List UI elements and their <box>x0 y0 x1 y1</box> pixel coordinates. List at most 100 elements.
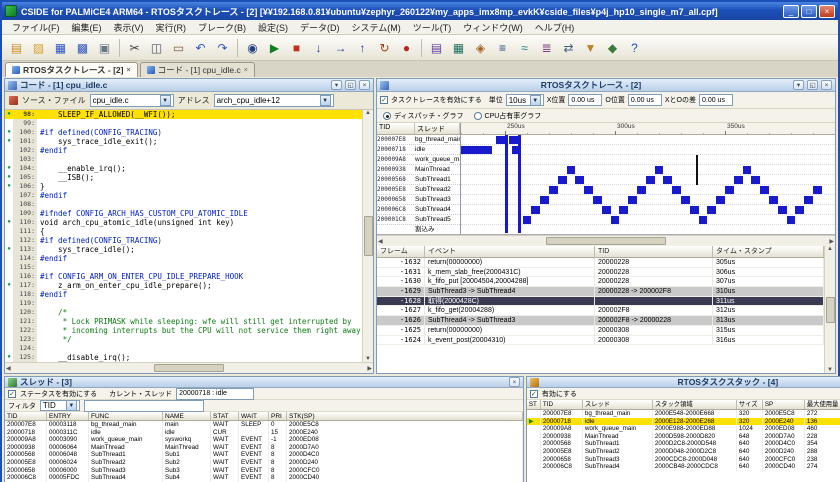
memory-window-icon[interactable]: ▦ <box>448 37 469 58</box>
cpu-usage-graph-radio[interactable] <box>474 112 482 120</box>
panel-pin-button[interactable]: ◱ <box>807 80 818 90</box>
find-icon[interactable]: ◉ <box>242 37 263 58</box>
frame-row[interactable]: -1632return(00000000)20000228305us <box>377 258 824 268</box>
stack-col-header[interactable]: SP <box>763 400 805 409</box>
breakpoint-dot-icon[interactable]: ● <box>5 110 13 119</box>
new-file-icon[interactable]: ▤ <box>6 37 27 58</box>
step-out-icon[interactable]: ↑ <box>352 37 373 58</box>
flash-icon[interactable]: ▼ <box>580 37 601 58</box>
scroll-left-icon[interactable]: ◀ <box>378 238 383 245</box>
filter-input[interactable] <box>84 400 204 412</box>
stack-row[interactable]: 20000658SubThread32000CDC8-2000D04864020… <box>527 456 840 464</box>
breakpoint-icon[interactable]: ● <box>396 37 417 58</box>
thread-col-header[interactable]: NAME <box>163 412 211 420</box>
filter-column-combo[interactable]: TID▼ <box>40 400 80 411</box>
stack-row[interactable]: ▶20000718idle2000E128-2000E2683202000E24… <box>527 418 840 426</box>
paste-icon[interactable]: ▭ <box>168 37 189 58</box>
gantt-cursor[interactable] <box>696 155 698 185</box>
gantt-horizontal-scrollbar[interactable]: ◀▶ <box>377 235 835 246</box>
stop-icon[interactable]: ■ <box>286 37 307 58</box>
frame-col-header[interactable]: フレーム <box>377 246 425 257</box>
step-in-icon[interactable]: ↓ <box>308 37 329 58</box>
status-enable-checkbox[interactable]: ✓ <box>8 390 16 398</box>
frame-vertical-scrollbar[interactable]: ▲▼ <box>824 246 835 373</box>
menu-item[interactable]: システム(M) <box>346 20 407 35</box>
dispatch-graph-radio[interactable] <box>383 112 391 120</box>
code-vertical-scrollbar[interactable]: ▲▼ <box>362 110 373 362</box>
breakpoint-dot-icon[interactable]: ● <box>5 245 13 254</box>
menu-item[interactable]: ウィンドウ(W) <box>457 20 529 35</box>
menu-item[interactable]: ヘルプ(H) <box>529 20 581 35</box>
frame-col-header[interactable]: TID <box>595 246 713 257</box>
frame-row[interactable]: -1630k_fifo_put [20004504,20004288]20000… <box>377 277 824 287</box>
frame-row[interactable]: -1625return(00000000)20000308315us <box>377 326 824 336</box>
menu-item[interactable]: ツール(T) <box>407 20 458 35</box>
diff-field[interactable]: 0.00 us <box>699 94 733 106</box>
thread-row[interactable]: 2000093800006064MainThreadMainThreadWAIT… <box>5 444 523 452</box>
gantt-thread-row[interactable]: 200005E8SubThread2 <box>377 185 460 195</box>
register-window-icon[interactable]: ▤ <box>426 37 447 58</box>
code-window-icon[interactable]: ≡ <box>492 37 513 58</box>
frame-row[interactable]: -1631k_mem_slab_free(2000431C)2000022830… <box>377 268 824 278</box>
stack-col-header[interactable]: TID <box>541 400 583 409</box>
breakpoint-dot-icon[interactable]: ● <box>5 182 13 191</box>
close-button[interactable]: × <box>819 5 835 18</box>
open-folder-icon[interactable]: ▨ <box>28 37 49 58</box>
frame-row[interactable]: -1628取得(2000428C)311us <box>377 297 824 307</box>
dispatch-gantt[interactable]: TID スレッド 200007E8bg_thread_main20000718i… <box>377 123 835 235</box>
gantt-thread-row[interactable]: 200001C8SubThread5 <box>377 215 460 225</box>
stack-col-header[interactable]: サイズ <box>737 400 763 409</box>
scroll-left-icon[interactable]: ◀ <box>6 365 11 372</box>
frame-row[interactable]: -1627k_fifo_get(20004288)200002F8312us <box>377 306 824 316</box>
gantt-thread-row[interactable]: 20000658SubThread3 <box>377 195 460 205</box>
save-all-icon[interactable]: ▩ <box>72 37 93 58</box>
run-icon[interactable]: ▶ <box>264 37 285 58</box>
document-tab[interactable]: RTOSタスクトレース - [2]× <box>5 62 138 77</box>
save-icon[interactable]: ▦ <box>50 37 71 58</box>
undo-icon[interactable]: ↶ <box>190 37 211 58</box>
code-horizontal-scrollbar[interactable]: ◀▶ <box>5 362 373 373</box>
tab-close-icon[interactable]: × <box>126 67 130 74</box>
thread-row[interactable]: 200005E800006024SubThread2Sub2WAITEVENT8… <box>5 459 523 467</box>
minimize-button[interactable]: _ <box>783 5 799 18</box>
gantt-thread-row[interactable]: 20000568SubThread1 <box>377 175 460 185</box>
thread-row[interactable]: 200009A800003090work_queue_mainsysworkqW… <box>5 436 523 444</box>
stack-enable-checkbox[interactable]: ✓ <box>530 390 538 398</box>
io-window-icon[interactable]: ⇄ <box>558 37 579 58</box>
frame-col-header[interactable]: タイム・スタンプ <box>713 246 824 257</box>
gantt-thread-row[interactable]: 20000718idle <box>377 145 460 155</box>
scroll-up-icon[interactable]: ▲ <box>365 110 371 116</box>
scrollbar-thumb[interactable] <box>364 216 373 256</box>
xpos-field[interactable]: 0.00 us <box>568 94 602 106</box>
thread-col-header[interactable]: TID <box>5 412 47 420</box>
rtos-window-icon[interactable]: ≣ <box>536 37 557 58</box>
gantt-thread-row[interactable]: 200006C8SubThread4 <box>377 205 460 215</box>
thread-col-header[interactable]: PRI <box>269 412 287 420</box>
menu-item[interactable]: 設定(S) <box>252 20 294 35</box>
stack-row[interactable]: 200007E8bg_thread_main2000E548-2000E6683… <box>527 410 840 418</box>
stack-row[interactable]: 200006C8SubThread42000CB48-2000CDC864020… <box>527 463 840 471</box>
cpu-icon[interactable]: ◆ <box>602 37 623 58</box>
breakpoint-dot-icon[interactable]: ● <box>5 128 13 137</box>
gantt-thread-row[interactable]: 200009A8work_queue_main <box>377 155 460 165</box>
frame-row[interactable]: -1629SubThread3 -> SubThread420000228 ->… <box>377 287 824 297</box>
copy-icon[interactable]: ◫ <box>146 37 167 58</box>
help-icon[interactable]: ? <box>624 37 645 58</box>
trace-window-icon[interactable]: ≈ <box>514 37 535 58</box>
frame-row[interactable]: -1624k_event_post(20004310)20000308316us <box>377 336 824 346</box>
gantt-thread-row[interactable]: 20000938MainThread <box>377 165 460 175</box>
breakpoint-dot-icon[interactable]: ● <box>5 137 13 146</box>
panel-close-button[interactable]: × <box>359 80 370 90</box>
breakpoint-dot-icon[interactable]: ● <box>5 173 13 182</box>
thread-row[interactable]: 2000056800006048SubThread1Sub1WAITEVENT8… <box>5 451 523 459</box>
code-editor[interactable]: ●98: SLEEP_IF_ALLOWED(__WFI());99:●100:#… <box>5 110 373 362</box>
scroll-right-icon[interactable]: ▶ <box>829 238 834 245</box>
panel-pin-button[interactable]: ◱ <box>345 80 356 90</box>
address-input[interactable]: arch_cpu_idle+12▼ <box>214 94 334 107</box>
stack-col-header[interactable]: スレッド <box>583 400 653 409</box>
stack-col-header[interactable]: スタック領域 <box>653 400 737 409</box>
scrollbar-thumb[interactable] <box>154 364 224 372</box>
panel-close-button[interactable]: × <box>821 80 832 90</box>
breakpoint-dot-icon[interactable]: ● <box>5 164 13 173</box>
cut-icon[interactable]: ✂ <box>124 37 145 58</box>
